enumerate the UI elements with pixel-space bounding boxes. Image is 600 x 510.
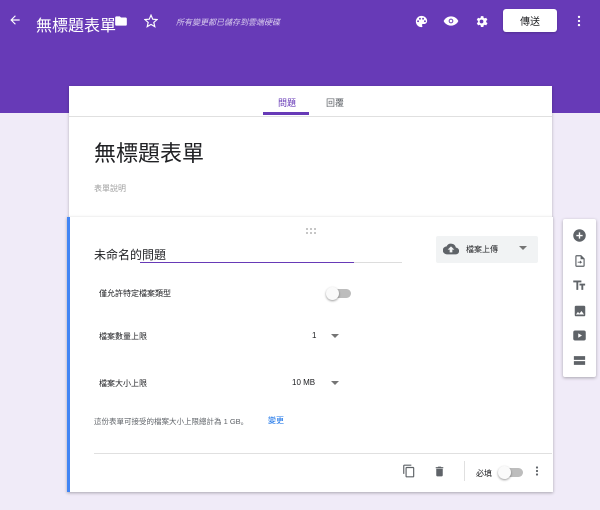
chevron-down-icon[interactable] (331, 381, 339, 385)
question-title-underline-rest (354, 262, 402, 263)
required-toggle[interactable] (498, 465, 524, 479)
more-vert-icon[interactable] (570, 12, 588, 30)
duplicate-icon[interactable] (401, 463, 417, 479)
import-question-icon[interactable] (571, 252, 588, 269)
video-icon[interactable] (571, 327, 588, 344)
max-files-value[interactable]: 1 (312, 331, 316, 340)
tab-responses[interactable]: 回覆 (326, 96, 344, 109)
tabs-bar (69, 86, 552, 117)
toggle-knob (326, 287, 339, 300)
max-size-label: 檔案大小上限 (99, 379, 147, 388)
autosave-status: 所有變更都已儲存到雲端硬碟 (176, 18, 280, 27)
gear-icon[interactable] (472, 12, 490, 30)
allow-specific-types-label: 僅允許特定檔案類型 (99, 289, 171, 298)
chevron-down-icon[interactable] (331, 334, 339, 338)
question-title-underline (140, 262, 354, 263)
allow-specific-types-toggle[interactable] (326, 286, 352, 300)
question-title-input[interactable]: 未命名的問題 (94, 246, 166, 263)
cloud-upload-icon (442, 241, 460, 257)
form-title-header[interactable]: 無標題表單 (36, 12, 116, 36)
delete-icon[interactable] (431, 463, 447, 479)
image-icon[interactable] (571, 302, 588, 319)
title-text-icon[interactable] (571, 277, 588, 294)
tab-questions[interactable]: 問題 (278, 96, 296, 109)
footer-vertical-divider (464, 461, 465, 481)
drag-handle-icon[interactable] (305, 222, 317, 234)
size-limit-note: 這份表單可接受的檔案大小上限總計為 1 GB。 (94, 417, 249, 426)
change-limit-link[interactable]: 變更 (268, 415, 284, 426)
form-title[interactable]: 無標題表單 (94, 136, 204, 168)
required-label: 必填 (476, 469, 492, 478)
max-size-value[interactable]: 10 MB (292, 378, 315, 387)
toggle-knob (498, 466, 511, 479)
active-tab-indicator (263, 112, 309, 115)
back-arrow-icon[interactable] (6, 11, 24, 29)
card-footer-divider (94, 453, 552, 454)
folder-icon[interactable] (112, 12, 130, 30)
more-vert-icon[interactable] (530, 463, 544, 479)
eye-icon[interactable] (442, 12, 460, 30)
form-description-field[interactable]: 表單說明 (94, 183, 126, 194)
chevron-down-icon (519, 246, 527, 250)
palette-icon[interactable] (412, 12, 430, 30)
question-type-label: 檔案上傳 (466, 245, 498, 254)
add-question-icon[interactable] (571, 227, 588, 244)
send-button[interactable]: 傳送 (503, 9, 557, 32)
section-icon[interactable] (571, 352, 588, 369)
max-files-label: 檔案數量上限 (99, 332, 147, 341)
star-icon[interactable] (142, 12, 160, 30)
